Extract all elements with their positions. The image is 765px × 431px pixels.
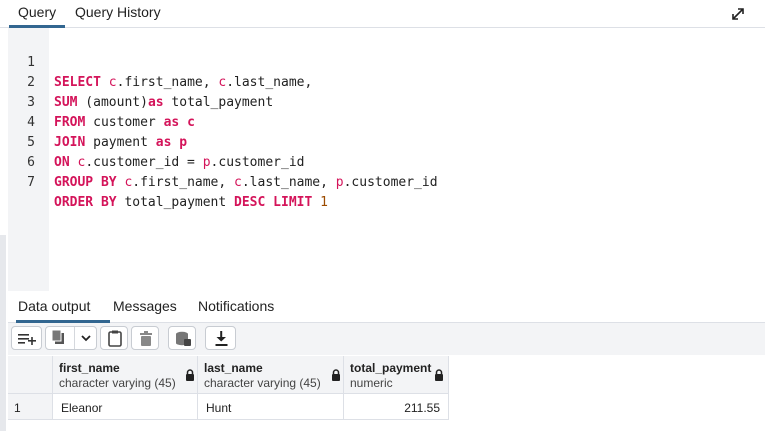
chevron-down-icon[interactable]: [75, 327, 97, 349]
tab-notifications[interactable]: Notifications: [198, 298, 274, 314]
paste-icon: [108, 330, 122, 347]
sql-keyword: as: [163, 115, 180, 130]
copy-icon[interactable]: [46, 327, 74, 349]
sql-alias: c: [116, 175, 133, 190]
sql-alias: c: [108, 75, 117, 90]
sql-editor[interactable]: 1 SELECT c.first_name, c.last_name, 2 SU…: [0, 28, 765, 291]
copy-button-group: [45, 326, 97, 350]
lock-icon: [186, 369, 194, 381]
sql-keyword: GROUP BY: [54, 175, 117, 190]
code-line-4: 4 JOIN payment as p: [0, 93, 187, 150]
column-name: total_payment: [350, 361, 432, 375]
sql-text: customer: [85, 115, 164, 130]
code-line-5: 5 ON c.customer_id = p.customer_id: [0, 113, 304, 170]
cell-value: 211.55: [404, 401, 440, 415]
column-type: numeric: [350, 376, 393, 390]
sql-text: payment: [85, 135, 156, 150]
code-line-6: 6 GROUP BY c.first_name, c.last_name, p.…: [0, 133, 437, 190]
column-name: first_name: [59, 361, 120, 375]
sql-keyword: FROM: [54, 115, 86, 130]
table-cell-last-name[interactable]: Hunt: [198, 394, 344, 420]
sql-text: .last_name,: [241, 175, 336, 190]
save-data-icon: [176, 331, 191, 346]
column-type: character varying (45): [204, 376, 321, 390]
result-toolbar: [8, 323, 765, 355]
code-line-2: 2 SUM (amount)as total_payment: [0, 53, 273, 110]
sql-text: .last_name,: [226, 75, 313, 90]
sql-text: total_payment: [116, 195, 235, 210]
sql-alias: p: [335, 175, 344, 190]
table-cell-first-name[interactable]: Eleanor: [53, 394, 198, 420]
row-number[interactable]: 1: [8, 394, 53, 420]
column-name: last_name: [204, 361, 263, 375]
sql-keyword: SUM: [54, 95, 78, 110]
sql-text: .customer_id =: [85, 155, 203, 170]
tab-data-output[interactable]: Data output: [18, 298, 90, 314]
sql-keyword: ON: [54, 155, 70, 170]
sql-keyword: DESC LIMIT: [234, 195, 313, 210]
sql-alias: c: [234, 175, 242, 190]
table-cell-total-payment[interactable]: 211.55: [344, 394, 449, 420]
grid-corner: [8, 356, 53, 394]
sql-alias: p: [202, 155, 211, 170]
delete-button[interactable]: [131, 326, 159, 350]
code-line-3: 3 FROM customer as c: [0, 73, 195, 130]
cell-value: Eleanor: [61, 401, 103, 415]
query-tabs-bar: Query Query History: [0, 0, 765, 28]
sql-keyword: as: [155, 135, 172, 150]
code-line-7: 7 ORDER BY total_payment DESC LIMIT 1: [0, 153, 328, 210]
column-type: character varying (45): [59, 376, 176, 390]
sql-text: .first_name,: [116, 75, 219, 90]
tab-messages[interactable]: Messages: [113, 298, 177, 314]
save-data-button[interactable]: [168, 326, 196, 350]
trash-icon: [140, 331, 152, 346]
code-line-1: 1 SELECT c.first_name, c.last_name,: [0, 33, 312, 90]
add-row-button[interactable]: [11, 326, 42, 350]
lock-icon: [332, 369, 340, 381]
sql-alias: p: [171, 135, 188, 150]
panel-resize-edge: [0, 235, 6, 431]
tab-query-history[interactable]: Query History: [75, 4, 161, 20]
sql-text: (amount): [77, 95, 148, 110]
sql-text: .customer_id: [343, 175, 438, 190]
add-row-icon: [18, 334, 36, 345]
row-number-label: 1: [14, 401, 21, 415]
download-button[interactable]: [205, 326, 236, 350]
line-number: 7: [27, 175, 35, 190]
lock-icon: [435, 369, 443, 381]
expand-icon[interactable]: [729, 5, 747, 23]
column-header-total-payment[interactable]: total_payment numeric: [344, 356, 449, 394]
column-header-last-name[interactable]: last_name character varying (45): [198, 356, 344, 394]
download-icon: [215, 331, 228, 346]
sql-text: .first_name,: [132, 175, 235, 190]
paste-button[interactable]: [100, 326, 128, 350]
sql-keyword: as: [147, 95, 164, 110]
sql-text: .customer_id: [210, 155, 305, 170]
sql-alias: c: [179, 115, 195, 130]
tab-query[interactable]: Query: [18, 4, 56, 20]
sql-keyword: SELECT: [54, 75, 101, 90]
sql-keyword: JOIN: [54, 135, 86, 150]
column-header-first-name[interactable]: first_name character varying (45): [53, 356, 198, 394]
sql-text: total_payment: [163, 95, 274, 110]
sql-keyword: ORDER BY: [54, 195, 117, 210]
cell-value: Hunt: [206, 401, 232, 415]
result-tabs-bar: Data output Messages Notifications: [8, 292, 765, 323]
sql-number: 1: [312, 195, 328, 210]
sql-alias: c: [69, 155, 86, 170]
